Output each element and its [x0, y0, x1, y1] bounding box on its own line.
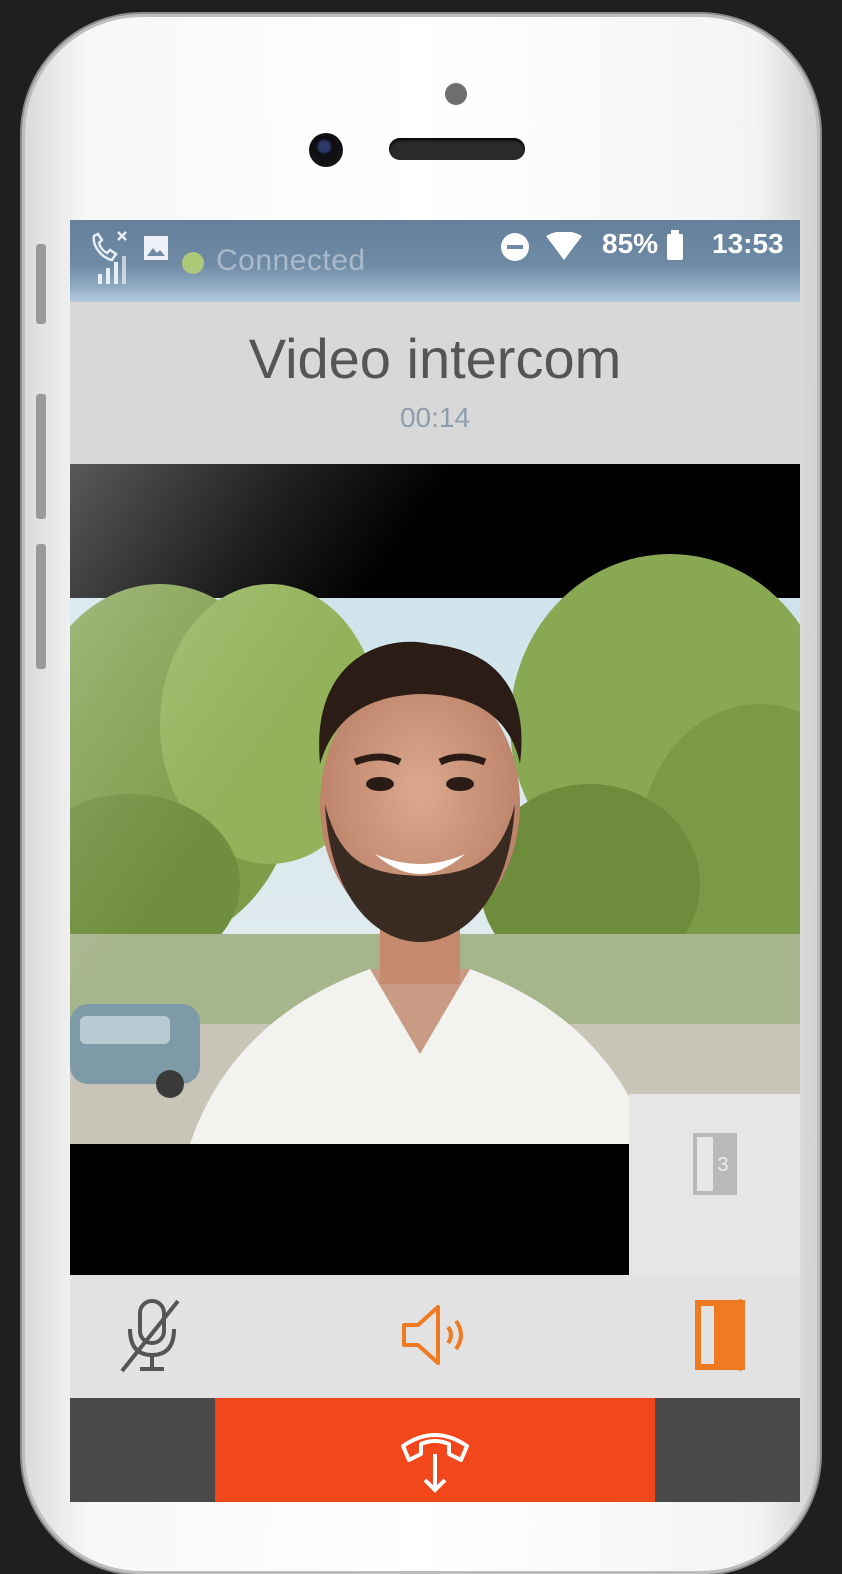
status-bar: Connected 85% 13:53 [70, 220, 800, 302]
battery-icon [667, 230, 683, 260]
front-camera [309, 133, 343, 167]
power-button [36, 244, 46, 324]
door-open-icon [695, 1299, 745, 1371]
open-door-button[interactable] [680, 1295, 760, 1375]
door-3-button[interactable]: 3 [629, 1094, 800, 1235]
call-header: Video intercom 00:14 [70, 302, 800, 464]
hangup-icon [401, 1433, 469, 1493]
connection-status-label: Connected [216, 244, 366, 277]
door-number: 3 [717, 1154, 728, 1176]
speaker-icon [402, 1305, 463, 1365]
door-selector-panel: 3 2 1 [629, 1094, 800, 1275]
video-feed: 3 2 1 [70, 464, 800, 1275]
page-title: Video intercom [248, 327, 622, 390]
connection-status-dot [182, 252, 204, 274]
bottom-bar [70, 1398, 800, 1502]
call-duration: 00:14 [399, 402, 471, 433]
battery-percentage: 85% [602, 228, 659, 259]
volume-down-button [36, 544, 46, 669]
wifi-icon [546, 232, 582, 260]
door-icon: 3 [693, 1133, 737, 1195]
dnd-icon [501, 233, 529, 261]
app-screen: Connected 85% 13:53 Video intercom 00:14 [70, 220, 800, 1502]
mute-button[interactable] [112, 1295, 192, 1375]
speaker-button[interactable] [396, 1295, 476, 1375]
proximity-sensor [445, 83, 467, 105]
call-controls [70, 1275, 800, 1398]
mic-off-icon [120, 1299, 180, 1373]
signal-icon [98, 256, 126, 284]
earpiece-speaker [389, 138, 525, 160]
door-2-button[interactable]: 2 [629, 1236, 800, 1275]
hangup-button[interactable] [215, 1398, 655, 1502]
status-time: 13:53 [712, 228, 784, 259]
image-icon [144, 236, 168, 260]
volume-up-button [36, 394, 46, 519]
